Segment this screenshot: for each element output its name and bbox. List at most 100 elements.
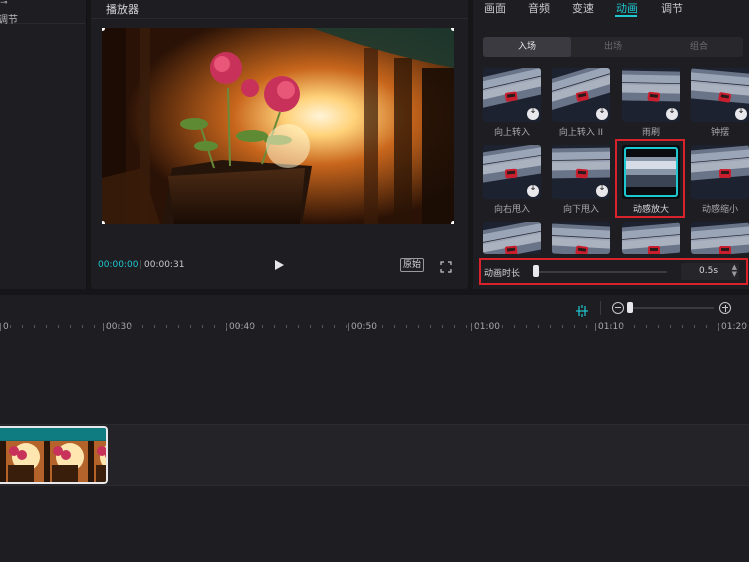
ruler-minor-tick: [466, 325, 467, 328]
ruler-minor-tick: [166, 325, 167, 328]
duration-control: 动画时长 0.5s ▲ ▼: [479, 258, 748, 285]
total-time: 00:00:31: [144, 260, 185, 270]
sliders-icon: ⊸: [0, 0, 8, 8]
animation-preset[interactable]: 向右甩入: [483, 145, 541, 215]
media-tab-adjust[interactable]: ⊸ 调节: [0, 0, 85, 26]
duration-slider-handle[interactable]: [533, 265, 539, 277]
player-panel: 播放器 00:00:00 | 00:00:31 原始: [91, 0, 468, 289]
ruler-minor-tick: [550, 325, 551, 328]
fullscreen-button[interactable]: [440, 258, 452, 273]
ruler-label: 01:20: [721, 322, 747, 332]
download-icon[interactable]: [527, 106, 539, 120]
stepper-icon[interactable]: ▲ ▼: [732, 264, 737, 278]
animation-thumbnail: [483, 145, 541, 199]
animation-thumbnail: [552, 222, 610, 254]
ruler-minor-tick: [226, 325, 227, 328]
original-ratio-button[interactable]: 原始: [400, 258, 425, 272]
animation-thumbnail: [622, 68, 680, 122]
ruler-minor-tick: [274, 325, 275, 328]
animation-preset[interactable]: 向下甩入: [552, 145, 610, 215]
clip-frame: [44, 441, 88, 482]
tab-speed[interactable]: 变速: [572, 0, 594, 16]
ruler-minor-tick: [454, 325, 455, 328]
tab-picture[interactable]: 画面: [484, 0, 506, 16]
animation-thumbnail: [691, 222, 749, 254]
animation-thumbnail: [552, 145, 610, 199]
zoom-slider-handle[interactable]: [627, 302, 633, 313]
ruler-minor-tick: [730, 325, 731, 328]
download-icon[interactable]: [666, 106, 678, 120]
ruler-label: 0: [3, 322, 9, 332]
time-ruler[interactable]: 000:3000:4000:5001:0001:1001:20: [0, 321, 749, 333]
ruler-minor-tick: [658, 325, 659, 328]
subtab-combo[interactable]: 组合: [655, 37, 743, 57]
current-time: 00:00:00: [98, 260, 139, 270]
zoom-out-icon[interactable]: [612, 302, 624, 314]
play-button[interactable]: [273, 258, 285, 272]
ruler-minor-tick: [190, 325, 191, 328]
animation-preset[interactable]: 钟摆: [691, 68, 749, 138]
ruler-minor-tick: [130, 325, 131, 328]
time-separator: |: [139, 260, 143, 270]
ruler-minor-tick: [310, 325, 311, 328]
timeline-panel: 000:3000:4000:5001:0001:1001:20: [0, 295, 749, 562]
tab-animation[interactable]: 动画: [616, 0, 638, 16]
ruler-minor-tick: [370, 325, 371, 328]
ruler-minor-tick: [238, 325, 239, 328]
ruler-minor-tick: [118, 325, 119, 328]
download-icon[interactable]: [735, 106, 747, 120]
ruler-minor-tick: [502, 325, 503, 328]
crop-handle[interactable]: [102, 221, 105, 224]
magnet-icon[interactable]: [575, 302, 589, 317]
play-icon: [275, 260, 284, 270]
animation-preset[interactable]: 动感缩小: [691, 145, 749, 215]
subtab-out[interactable]: 出场: [569, 37, 657, 57]
animation-type-tabs: 入场 出场 组合: [483, 37, 743, 57]
zoom-slider-track[interactable]: [630, 307, 714, 309]
ruler-minor-tick: [742, 325, 743, 328]
video-track[interactable]: [0, 424, 749, 486]
ruler-minor-tick: [34, 325, 35, 328]
ruler-minor-tick: [670, 325, 671, 328]
subtab-in[interactable]: 入场: [483, 37, 571, 57]
ruler-minor-tick: [406, 325, 407, 328]
crop-handle[interactable]: [451, 221, 454, 224]
fullscreen-icon: [440, 261, 452, 273]
ruler-minor-tick: [706, 325, 707, 328]
zoom-in-icon[interactable]: [719, 302, 731, 314]
video-frame-image: [102, 28, 454, 224]
animation-label: 雨刷: [641, 128, 660, 138]
animation-thumbnail: [622, 222, 680, 254]
download-icon[interactable]: [596, 183, 608, 197]
ruler-minor-tick: [358, 325, 359, 328]
ruler-label: 00:40: [229, 322, 255, 332]
animation-thumbnail: [691, 145, 749, 199]
duration-value: 0.5s: [699, 266, 719, 276]
ruler-minor-tick: [22, 325, 23, 328]
selection-highlight: [615, 139, 685, 218]
duration-slider-track[interactable]: [537, 271, 667, 273]
ruler-minor-tick: [562, 325, 563, 328]
crop-handle[interactable]: [451, 28, 454, 31]
ruler-minor-tick: [646, 325, 647, 328]
ruler-minor-tick: [322, 325, 323, 328]
video-preview[interactable]: [102, 28, 454, 224]
download-icon[interactable]: [527, 183, 539, 197]
animation-preset[interactable]: 向上转入: [483, 68, 541, 138]
tab-audio[interactable]: 音频: [528, 0, 550, 16]
ruler-minor-tick: [298, 325, 299, 328]
animation-label: 向右甩入: [493, 205, 530, 215]
animation-label: 向下甩入: [562, 205, 599, 215]
animation-preset[interactable]: 雨刷: [622, 68, 680, 138]
tab-adjust[interactable]: 调节: [661, 0, 683, 16]
ruler-minor-tick: [70, 325, 71, 328]
animation-preset[interactable]: 向上转入 II: [552, 68, 610, 138]
clip-header: [0, 428, 106, 440]
duration-input[interactable]: 0.5s ▲ ▼: [681, 263, 739, 280]
video-clip[interactable]: [0, 426, 108, 484]
ruler-minor-tick: [94, 325, 95, 328]
ruler-minor-tick: [106, 325, 107, 328]
download-icon[interactable]: [596, 106, 608, 120]
ruler-minor-tick: [10, 325, 11, 328]
media-panel: ⊸ 调节: [0, 0, 87, 289]
